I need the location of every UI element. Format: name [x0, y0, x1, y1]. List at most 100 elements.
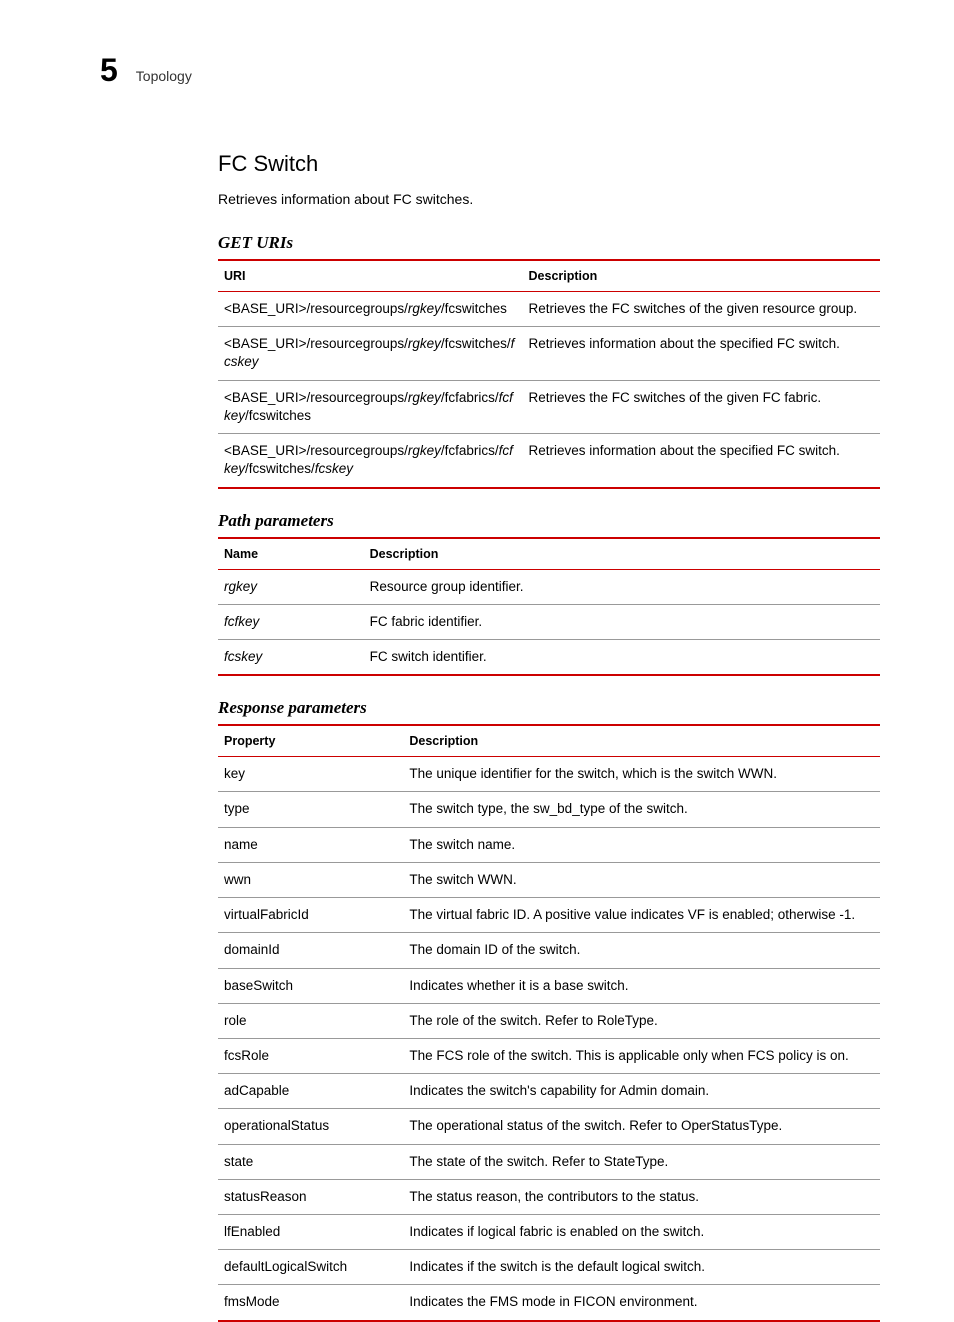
section-title: FC Switch [218, 151, 880, 177]
table-row: stateThe state of the switch. Refer to S… [218, 1144, 880, 1179]
path-parameters-heading: Path parameters [218, 511, 880, 531]
property-cell: operationalStatus [218, 1109, 403, 1144]
path-param: rgkey [408, 390, 441, 405]
description-cell: The role of the switch. Refer to RoleTyp… [403, 1003, 880, 1038]
uri-cell: <BASE_URI>/resourcegroups/rgkey/fcfabric… [218, 434, 523, 488]
uri-text: <BASE_URI>/resourcegroups/ [224, 336, 408, 351]
uri-text: <BASE_URI>/resourcegroups/ [224, 390, 408, 405]
description-cell: Retrieves information about the specifie… [523, 327, 880, 380]
name-cell: fcfkey [218, 604, 364, 639]
table-row: operationalStatusThe operational status … [218, 1109, 880, 1144]
table-row: roleThe role of the switch. Refer to Rol… [218, 1003, 880, 1038]
property-cell: name [218, 827, 403, 862]
get-uris-table: URI Description <BASE_URI>/resourcegroup… [218, 259, 880, 489]
name-cell: fcskey [218, 639, 364, 675]
uri-cell: <BASE_URI>/resourcegroups/rgkey/fcswitch… [218, 292, 523, 327]
name-cell: rgkey [218, 569, 364, 604]
path-param: rgkey [408, 443, 441, 458]
table-row: nameThe switch name. [218, 827, 880, 862]
path-param: rgkey [408, 301, 441, 316]
table-row: typeThe switch type, the sw_bd_type of t… [218, 792, 880, 827]
description-cell: Retrieves the FC switches of the given r… [523, 292, 880, 327]
response-parameters-heading: Response parameters [218, 698, 880, 718]
path-param: rgkey [408, 336, 441, 351]
uri-cell: <BASE_URI>/resourcegroups/rgkey/fcfabric… [218, 380, 523, 433]
description-cell: FC fabric identifier. [364, 604, 880, 639]
description-cell: Indicates if the switch is the default l… [403, 1250, 880, 1285]
description-cell: The FCS role of the switch. This is appl… [403, 1038, 880, 1073]
table-row: virtualFabricIdThe virtual fabric ID. A … [218, 898, 880, 933]
table-row: baseSwitchIndicates whether it is a base… [218, 968, 880, 1003]
property-cell: wwn [218, 862, 403, 897]
table-row: fcfkeyFC fabric identifier. [218, 604, 880, 639]
description-cell: Retrieves information about the specifie… [523, 434, 880, 488]
description-cell: The switch name. [403, 827, 880, 862]
chapter-number: 5 [100, 52, 118, 89]
description-cell: Retrieves the FC switches of the given F… [523, 380, 880, 433]
table-row: domainIdThe domain ID of the switch. [218, 933, 880, 968]
uri-text: <BASE_URI>/resourcegroups/ [224, 443, 408, 458]
description-header: Description [403, 725, 880, 757]
table-row: adCapableIndicates the switch's capabili… [218, 1074, 880, 1109]
table-row: <BASE_URI>/resourcegroups/rgkey/fcfabric… [218, 434, 880, 488]
table-row: lfEnabledIndicates if logical fabric is … [218, 1215, 880, 1250]
uri-text: /fcswitches [245, 408, 311, 423]
table-row: defaultLogicalSwitchIndicates if the swi… [218, 1250, 880, 1285]
property-cell: fcsRole [218, 1038, 403, 1073]
uri-text: <BASE_URI>/resourcegroups/ [224, 301, 408, 316]
table-row: <BASE_URI>/resourcegroups/rgkey/fcswitch… [218, 292, 880, 327]
uri-text: /fcswitches/ [441, 336, 511, 351]
property-cell: defaultLogicalSwitch [218, 1250, 403, 1285]
table-row: keyThe unique identifier for the switch,… [218, 757, 880, 792]
name-header: Name [218, 538, 364, 570]
description-cell: The switch type, the sw_bd_type of the s… [403, 792, 880, 827]
table-row: <BASE_URI>/resourcegroups/rgkey/fcswitch… [218, 327, 880, 380]
description-cell: The state of the switch. Refer to StateT… [403, 1144, 880, 1179]
description-cell: The operational status of the switch. Re… [403, 1109, 880, 1144]
description-cell: Indicates if logical fabric is enabled o… [403, 1215, 880, 1250]
uri-header: URI [218, 260, 523, 292]
description-cell: The unique identifier for the switch, wh… [403, 757, 880, 792]
response-parameters-table: Property Description keyThe unique ident… [218, 724, 880, 1322]
property-cell: statusReason [218, 1179, 403, 1214]
description-cell: Indicates the switch's capability for Ad… [403, 1074, 880, 1109]
table-row: <BASE_URI>/resourcegroups/rgkey/fcfabric… [218, 380, 880, 433]
property-cell: role [218, 1003, 403, 1038]
description-cell: The switch WWN. [403, 862, 880, 897]
description-cell: The status reason, the contributors to t… [403, 1179, 880, 1214]
property-cell: key [218, 757, 403, 792]
property-cell: state [218, 1144, 403, 1179]
table-row: rgkeyResource group identifier. [218, 569, 880, 604]
table-row: wwnThe switch WWN. [218, 862, 880, 897]
uri-cell: <BASE_URI>/resourcegroups/rgkey/fcswitch… [218, 327, 523, 380]
property-cell: adCapable [218, 1074, 403, 1109]
property-cell: fmsMode [218, 1285, 403, 1321]
uri-text: /fcfabrics/ [441, 390, 499, 405]
uri-text: /fcfabrics/ [441, 443, 499, 458]
property-header: Property [218, 725, 403, 757]
table-row: statusReasonThe status reason, the contr… [218, 1179, 880, 1214]
description-cell: Resource group identifier. [364, 569, 880, 604]
description-cell: FC switch identifier. [364, 639, 880, 675]
property-cell: lfEnabled [218, 1215, 403, 1250]
table-row: fcsRoleThe FCS role of the switch. This … [218, 1038, 880, 1073]
description-header: Description [364, 538, 880, 570]
section-description: Retrieves information about FC switches. [218, 191, 880, 207]
description-cell: Indicates the FMS mode in FICON environm… [403, 1285, 880, 1321]
uri-text: /fcswitches/ [245, 461, 315, 476]
path-param: fcskey [315, 461, 353, 476]
table-row: fmsModeIndicates the FMS mode in FICON e… [218, 1285, 880, 1321]
description-cell: Indicates whether it is a base switch. [403, 968, 880, 1003]
table-row: fcskeyFC switch identifier. [218, 639, 880, 675]
breadcrumb: Topology [136, 68, 192, 84]
description-header: Description [523, 260, 880, 292]
property-cell: baseSwitch [218, 968, 403, 1003]
property-cell: domainId [218, 933, 403, 968]
description-cell: The domain ID of the switch. [403, 933, 880, 968]
uri-text: /fcswitches [441, 301, 507, 316]
property-cell: virtualFabricId [218, 898, 403, 933]
description-cell: The virtual fabric ID. A positive value … [403, 898, 880, 933]
page-header: 5 Topology [100, 52, 880, 89]
property-cell: type [218, 792, 403, 827]
content-area: FC Switch Retrieves information about FC… [218, 151, 880, 1322]
